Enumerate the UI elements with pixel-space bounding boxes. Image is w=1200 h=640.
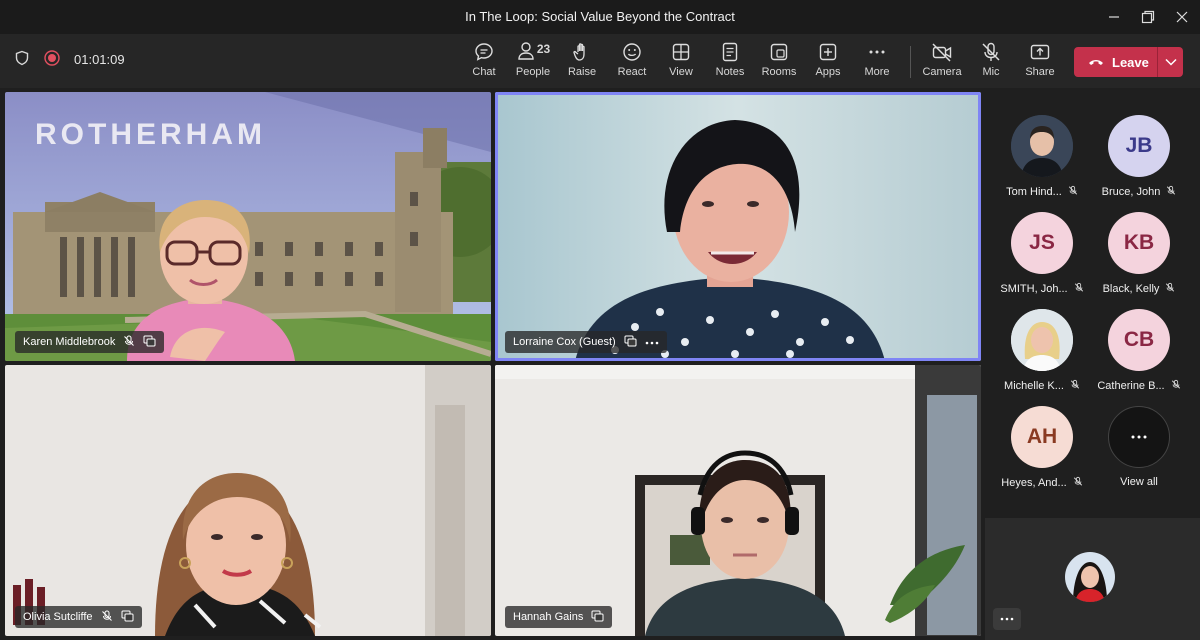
participant-tile-tom[interactable]: Tom Hind... [992,115,1092,211]
olivia-video-feed [5,365,491,636]
participant-tile-michelle[interactable]: Michelle K... [992,309,1092,405]
view-icon [671,40,691,64]
chat-button[interactable]: Chat [460,40,508,84]
participant-tile-smith-john[interactable]: JS SMITH, Joh... [992,212,1092,308]
participant-name: Lorraine Cox (Guest) [513,336,616,348]
self-view[interactable] [985,518,1200,640]
phone-hangup-icon [1088,55,1104,70]
mic-off-icon [1073,476,1083,490]
mic-off-icon [1165,282,1175,296]
raise-hand-icon [571,40,593,64]
nameplate: Hannah Gains [505,606,613,628]
self-view-more-button[interactable] [993,608,1021,630]
meeting-toolbar: 01:01:09 Chat 23 People Raise React View… [0,34,1200,88]
background-effects-icon [143,335,156,350]
avatar: KB [1108,212,1170,274]
react-icon [621,40,643,64]
participant-name: Olivia Sutcliffe [23,611,93,623]
people-button[interactable]: 23 People [509,40,557,84]
leave-button[interactable]: Leave [1074,55,1157,70]
view-all-label: View all [1120,476,1158,488]
share-icon [1029,40,1051,64]
self-avatar [1065,552,1115,602]
video-tile-karen-middlebrook[interactable]: ROTHERHAM Karen Middlebrook [5,92,491,361]
video-tile-hannah-gains[interactable]: Hannah Gains [495,365,981,636]
participant-name: Heyes, And... [1001,477,1067,489]
participant-name: Tom Hind... [1006,186,1062,198]
view-button[interactable]: View [657,40,705,84]
recording-icon [44,50,60,69]
mic-off-icon [101,610,113,625]
mic-off-icon [123,335,135,350]
video-tile-lorraine-cox[interactable]: Lorraine Cox (Guest) [495,92,981,361]
close-icon[interactable] [1162,0,1200,34]
nameplate: Lorraine Cox (Guest) [505,331,667,353]
chevron-down-icon[interactable] [1158,58,1183,66]
recording-status: 01:01:09 [14,50,125,69]
participant-gallery: Tom Hind... JB Bruce, John JS SMITH, Joh… [985,88,1200,518]
avatar [1011,309,1073,371]
title-bar: In The Loop: Social Value Beyond the Con… [0,0,1200,34]
shield-icon [14,50,30,69]
video-tile-olivia-sutcliffe[interactable]: Olivia Sutcliffe [5,365,491,636]
nameplate: Olivia Sutcliffe [15,606,142,628]
participant-tile-catherine[interactable]: CB Catherine B... [1089,309,1189,405]
avatar: AH [1011,406,1073,468]
raise-hand-button[interactable]: Raise [558,40,606,84]
participant-name: Hannah Gains [513,611,584,623]
rooms-button[interactable]: Rooms [755,40,803,84]
toolbar-divider [910,46,911,78]
camera-off-icon [931,40,953,64]
participant-tile-bruce-john[interactable]: JB Bruce, John [1089,115,1189,211]
participant-name: Karen Middlebrook [23,336,116,348]
mic-off-icon [1070,379,1080,393]
participant-name: Bruce, John [1101,186,1161,198]
video-stage: ROTHERHAM Karen Middlebrook Lorraine Cox… [0,88,985,640]
notes-icon [720,40,740,64]
apps-button[interactable]: Apps [804,40,852,84]
background-effects-icon [121,610,134,625]
lorraine-video-feed [495,92,981,361]
ellipsis-icon [1108,406,1170,468]
participant-name: Catherine B... [1097,380,1165,392]
nameplate: Karen Middlebrook [15,331,165,353]
mic-off-icon [1068,185,1078,199]
share-button[interactable]: Share [1016,40,1064,84]
avatar: JS [1011,212,1073,274]
notes-button[interactable]: Notes [706,40,754,84]
chat-icon [473,40,495,64]
mic-off-icon [1171,379,1181,393]
participant-name: SMITH, Joh... [1000,283,1068,295]
camera-button[interactable]: Camera [918,40,966,84]
leave-button-group: Leave [1074,47,1183,77]
more-icon [1000,617,1014,621]
avatar: CB [1108,309,1170,371]
mic-button[interactable]: Mic [967,40,1015,84]
background-effects-icon [591,610,604,625]
rooms-icon [769,40,789,64]
participant-tile-black-kelly[interactable]: KB Black, Kelly [1089,212,1189,308]
meeting-timer: 01:01:09 [74,52,125,67]
react-button[interactable]: React [608,40,656,84]
mic-off-icon [980,40,1002,64]
avatar: JB [1108,115,1170,177]
mic-off-icon [1166,185,1176,199]
rotherham-logo-text: ROTHERHAM [35,118,266,151]
background-effects-icon [624,335,637,350]
more-icon [867,40,887,64]
more-button[interactable]: More [853,40,901,84]
participant-name: Black, Kelly [1102,283,1160,295]
more-options-icon[interactable] [645,336,659,348]
apps-icon [818,40,838,64]
avatar [1011,115,1073,177]
hannah-video-feed [495,365,981,636]
view-all-button[interactable]: View all [1089,406,1189,502]
window-title: In The Loop: Social Value Beyond the Con… [465,9,735,24]
participant-tile-heyes[interactable]: AH Heyes, And... [992,406,1092,502]
participant-name: Michelle K... [1004,380,1064,392]
mic-off-icon [1074,282,1084,296]
people-count: 23 [536,42,551,56]
people-icon [516,40,536,65]
